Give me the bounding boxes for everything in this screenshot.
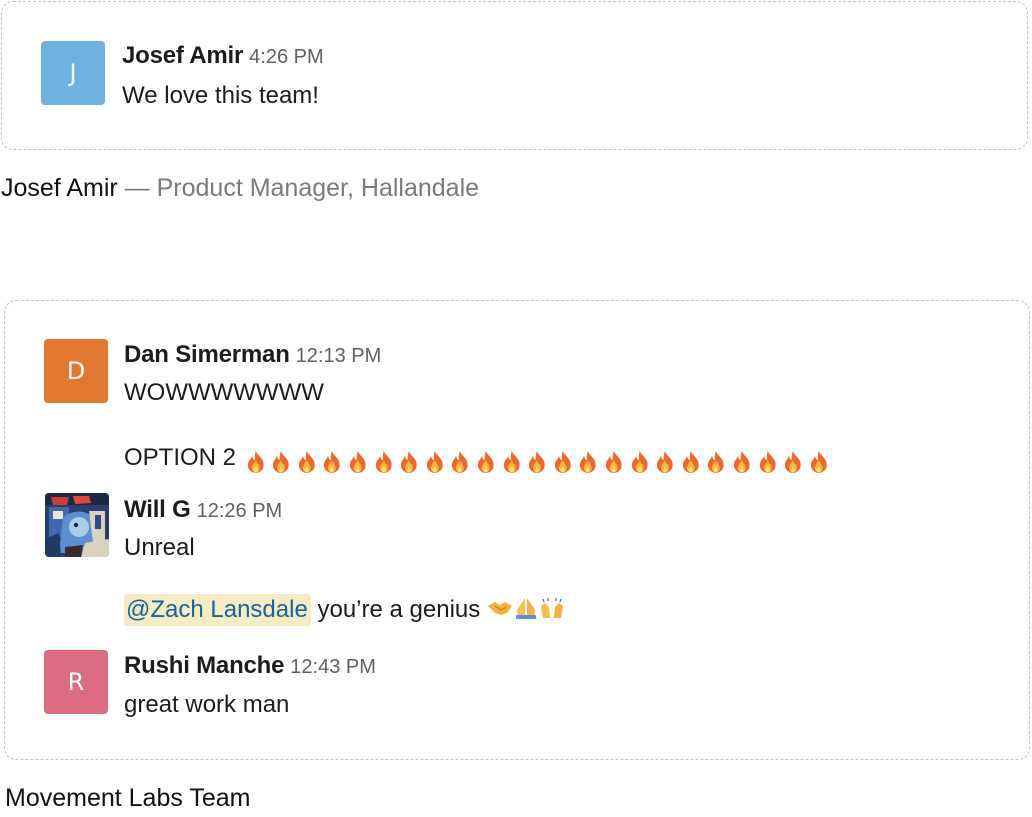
message-header: Will G 12:26 PM — [124, 496, 282, 524]
fire-icon — [810, 450, 827, 473]
fire-icon — [657, 450, 673, 473]
fire-icon — [350, 450, 366, 473]
fire-icon — [298, 450, 315, 473]
message-header: Josef Amir 4:26 PM — [122, 42, 324, 70]
fire-icon — [708, 450, 725, 473]
avatar-will[interactable] — [45, 493, 109, 557]
fire-icon — [605, 450, 622, 473]
timestamp[interactable]: 4:26 PM — [249, 46, 323, 68]
avatar-dan[interactable]: D — [44, 339, 108, 403]
avatar-letter: R — [67, 668, 85, 696]
fire-icon — [247, 450, 264, 473]
fire-icon — [426, 450, 443, 473]
message-header: Dan Simerman 12:13 PM — [124, 341, 381, 369]
message-text: WOWWWWWWW — [124, 379, 324, 406]
attribution-caption: Josef Amir — Product Manager, Hallandale — [1, 174, 479, 203]
fire-icon — [503, 450, 520, 473]
folded-hands-icon — [515, 598, 536, 619]
emoji-group — [487, 596, 565, 627]
fire-icon — [554, 450, 571, 473]
team-caption: Movement Labs Team — [5, 784, 251, 812]
timestamp[interactable]: 12:43 PM — [290, 656, 376, 678]
fire-icon — [529, 450, 545, 473]
fire-icon — [401, 450, 417, 473]
profile-photo-icon — [45, 493, 109, 557]
fire-icon — [682, 450, 699, 473]
message-text: We love this team! — [122, 82, 319, 109]
sender-name[interactable]: Josef Amir — [122, 42, 243, 69]
message-text: OPTION 2 — [124, 444, 831, 475]
option-text: OPTION 2 — [124, 444, 237, 471]
attribution-role: — Product Manager, Hallandale — [124, 174, 480, 202]
avatar-josef[interactable]: J — [41, 41, 105, 105]
message-text: Unreal — [124, 534, 195, 561]
sender-name[interactable]: Dan Simerman — [124, 341, 290, 368]
avatar-letter: D — [66, 357, 86, 385]
fire-icon — [273, 450, 289, 473]
avatar-letter: J — [69, 59, 77, 87]
message-text: great work man — [124, 691, 290, 718]
fire-icon — [785, 450, 801, 473]
fire-icon — [580, 450, 597, 473]
fire-icon — [733, 450, 750, 473]
message-text: @Zach Lansdale you’re a genius — [124, 594, 565, 627]
message-header: Rushi Manche 12:43 PM — [124, 652, 376, 680]
sender-name[interactable]: Rushi Manche — [124, 652, 284, 679]
user-mention[interactable]: @Zach Lansdale — [124, 594, 311, 626]
attribution-name: Josef Amir — [1, 174, 118, 202]
avatar-rushi[interactable]: R — [44, 650, 108, 714]
fire-icon — [324, 450, 341, 473]
fire-icon — [759, 450, 776, 473]
fire-icon — [631, 450, 648, 473]
fire-emoji-row — [243, 447, 832, 475]
message-body: you’re a genius — [317, 596, 481, 623]
raising-hands-icon — [540, 598, 563, 618]
timestamp[interactable]: 12:26 PM — [197, 500, 283, 522]
sender-name[interactable]: Will G — [124, 496, 191, 523]
team-chat-card: D Dan Simerman 12:13 PM WOWWWWWWW OPTION … — [4, 300, 1030, 760]
fire-icon — [477, 450, 494, 473]
handshake-icon — [487, 602, 512, 615]
fire-icon — [452, 450, 469, 473]
timestamp[interactable]: 12:13 PM — [296, 345, 382, 367]
fire-icon — [375, 450, 392, 473]
testimonial-card-josef: J Josef Amir 4:26 PM We love this team! — [1, 1, 1028, 150]
